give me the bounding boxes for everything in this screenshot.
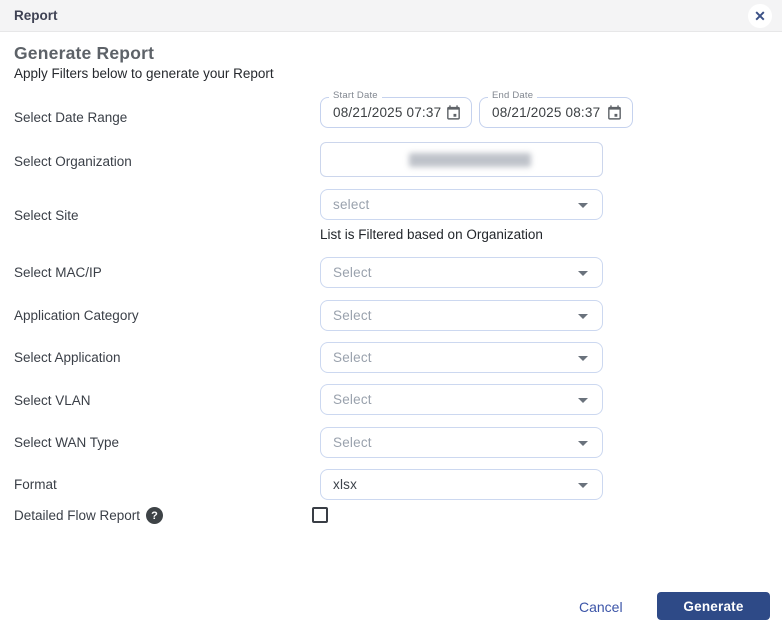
chevron-down-icon [578,203,588,208]
start-date-value: 08/21/2025 07:37 [333,98,441,127]
format-label: Format [14,477,57,492]
application-select[interactable]: Select [320,342,603,373]
generate-button[interactable]: Generate [657,592,770,620]
application-category-select[interactable]: Select [320,300,603,331]
end-date-field[interactable]: End Date 08/21/2025 08:37 [479,97,633,128]
generate-report-dialog: Report ✕ Generate Report Apply Filters b… [0,0,782,625]
start-date-field[interactable]: Start Date 08/21/2025 07:37 [320,97,472,128]
application-select-placeholder: Select [333,343,372,372]
site-filter-note: List is Filtered based on Organization [320,227,543,242]
site-select-placeholder: select [333,190,369,219]
chevron-down-icon [578,356,588,361]
cancel-button[interactable]: Cancel [579,599,623,615]
organization-input[interactable] [320,142,603,177]
detailed-flow-checkbox[interactable] [312,507,328,523]
chevron-down-icon [578,483,588,488]
dialog-title: Report [14,8,58,23]
help-icon[interactable]: ? [146,507,163,524]
vlan-select-placeholder: Select [333,385,372,414]
chevron-down-icon [578,398,588,403]
end-date-value: 08/21/2025 08:37 [492,98,600,127]
format-select-value: xlsx [333,470,357,499]
chevron-down-icon [578,314,588,319]
mac-ip-select-placeholder: Select [333,258,372,287]
site-label: Select Site [14,208,79,223]
dialog-titlebar: Report ✕ [0,0,782,32]
chevron-down-icon [578,441,588,446]
application-category-placeholder: Select [333,301,372,330]
chevron-down-icon [578,271,588,276]
organization-value-redacted [409,153,531,167]
organization-label: Select Organization [14,154,132,169]
calendar-icon[interactable] [445,104,462,121]
wan-type-select[interactable]: Select [320,427,603,458]
format-select[interactable]: xlsx [320,469,603,500]
page-subtitle: Apply Filters below to generate your Rep… [14,66,274,81]
mac-ip-select[interactable]: Select [320,257,603,288]
application-label: Select Application [14,350,121,365]
close-button[interactable]: ✕ [748,4,772,28]
mac-ip-label: Select MAC/IP [14,265,102,280]
vlan-select[interactable]: Select [320,384,603,415]
wan-type-label: Select WAN Type [14,435,119,450]
close-icon: ✕ [754,9,766,23]
detailed-flow-label: Detailed Flow Report [14,508,140,523]
date-range-label: Select Date Range [14,110,127,125]
application-category-label: Application Category [14,308,139,323]
vlan-label: Select VLAN [14,393,91,408]
wan-type-select-placeholder: Select [333,428,372,457]
page-title: Generate Report [14,43,154,64]
site-select[interactable]: select [320,189,603,220]
calendar-icon[interactable] [606,104,623,121]
